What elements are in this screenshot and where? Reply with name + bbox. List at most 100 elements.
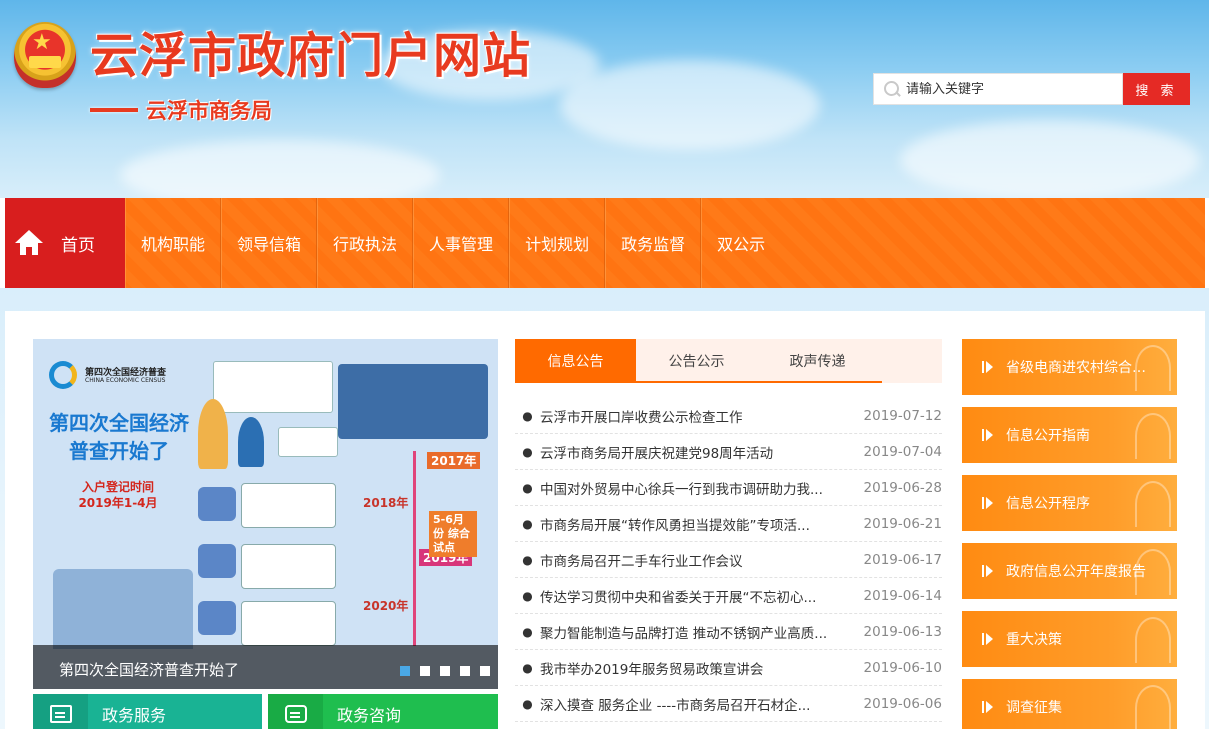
carousel-dot[interactable] xyxy=(420,666,430,676)
news-carousel[interactable]: 第四次全国经济普查 CHINA ECONOMIC CENSUS 第四次全国经济普… xyxy=(33,339,498,689)
document-icon xyxy=(49,705,72,723)
step-box xyxy=(241,601,336,646)
sidebar-item-disclosure-guide[interactable]: 信息公开指南 xyxy=(962,407,1177,463)
news-title[interactable]: 聚力智能制造与品牌打造 推动不锈钢产业高质... xyxy=(540,622,840,642)
sidebar-item-label: 调查征集 xyxy=(1006,700,1062,716)
gov-consult-label: 政务咨询 xyxy=(337,706,402,725)
search-button[interactable]: 搜 索 xyxy=(1123,73,1190,105)
year-2018: 2018年 xyxy=(363,496,409,510)
carousel-indicators xyxy=(390,666,490,676)
sidebar-item-label: 信息公开程序 xyxy=(1006,496,1090,512)
nav-home[interactable]: 首页 xyxy=(5,198,125,288)
bullet-icon: ● xyxy=(522,516,533,531)
sidebar-item-major-decisions[interactable]: 重大决策 xyxy=(962,611,1177,667)
list-item[interactable]: ● 聚力智能制造与品牌打造 推动不锈钢产业高质... 2019-06-13 xyxy=(515,614,942,650)
wheat-decoration-icon xyxy=(1135,549,1171,595)
national-emblem-logo[interactable]: ★ xyxy=(14,22,76,88)
search-input[interactable] xyxy=(906,81,1116,97)
gate-icon xyxy=(29,56,61,68)
news-title[interactable]: 传达学习贯彻中央和省委关于开展“不忘初心... xyxy=(540,586,840,606)
news-title[interactable]: 我市举办2019年服务贸易政策宣讲会 xyxy=(540,658,840,678)
timeline-line xyxy=(413,451,416,646)
search-box xyxy=(873,73,1123,105)
pilot-label: 5-6月份 综合试点 xyxy=(429,511,477,557)
gov-consult-tile[interactable]: 政务咨询 xyxy=(268,694,498,729)
step-box xyxy=(241,544,336,589)
news-date: 2019-07-12 xyxy=(863,407,942,424)
gov-service-tile[interactable]: 政务服务 xyxy=(33,694,262,729)
list-item[interactable]: ● 云浮市商务局开展庆祝建党98周年活动 2019-07-04 xyxy=(515,434,942,470)
carousel-caption[interactable]: 第四次全国经济普查开始了 xyxy=(59,659,239,680)
wheat-decoration-icon xyxy=(1135,413,1171,459)
news-title[interactable]: 云浮市商务局开展庆祝建党98周年活动 xyxy=(540,442,840,462)
news-date: 2019-06-17 xyxy=(863,551,942,568)
bullet-icon: ● xyxy=(522,660,533,675)
list-item[interactable]: ● 中国对外贸易中心徐兵一行到我市调研助力我... 2019-06-28 xyxy=(515,470,942,506)
speech-bubble xyxy=(278,427,338,457)
carousel-caption-bar: 第四次全国经济普查开始了 xyxy=(33,645,498,689)
arrow-right-icon xyxy=(982,360,994,374)
step-census-org-icon xyxy=(198,487,236,521)
bullet-icon: ● xyxy=(522,696,533,711)
step-census-target-icon xyxy=(198,544,236,578)
news-date: 2019-06-28 xyxy=(863,479,942,496)
nav-item-supervision[interactable]: 政务监督 xyxy=(605,198,702,288)
news-title[interactable]: 云浮市开展口岸收费公示检查工作 xyxy=(540,406,840,426)
list-item[interactable]: ● 市商务局开展“转作风勇担当提效能”专项活... 2019-06-21 xyxy=(515,506,942,542)
speech-bubble xyxy=(213,361,333,413)
bullet-icon: ● xyxy=(522,552,533,567)
site-title[interactable]: 云浮市政府门户网站 xyxy=(90,24,531,88)
news-title[interactable]: 深入摸查 服务企业 ----市商务局召开石材企... xyxy=(540,694,840,714)
carousel-dot[interactable] xyxy=(400,666,410,676)
news-date: 2019-06-13 xyxy=(863,623,942,640)
sidebar-item-survey[interactable]: 调查征集 xyxy=(962,679,1177,729)
carousel-dot[interactable] xyxy=(440,666,450,676)
news-title[interactable]: 市商务局召开二手车行业工作会议 xyxy=(540,550,840,570)
year-2020: 2020年 xyxy=(363,599,409,613)
news-date: 2019-07-04 xyxy=(863,443,942,460)
tab-announcement[interactable]: 公告公示 xyxy=(636,339,757,383)
nav-item-double-publicity[interactable]: 双公示 xyxy=(701,198,780,288)
arrow-right-icon xyxy=(982,496,994,510)
bullet-icon: ● xyxy=(522,624,533,639)
meeting-illustration xyxy=(338,364,488,439)
sidebar-item-annual-report[interactable]: 政府信息公开年度报告 xyxy=(962,543,1177,599)
list-item[interactable]: ● 我市举办2019年服务贸易政策宣讲会 2019-06-10 xyxy=(515,650,942,686)
census-logo-english: CHINA ECONOMIC CENSUS xyxy=(85,377,166,384)
nav-item-leader-mailbox[interactable]: 领导信箱 xyxy=(221,198,318,288)
step-confidential-icon xyxy=(198,601,236,635)
poster-registration: 入户登记时间 2019年1-4月 xyxy=(53,479,183,511)
poster-headline: 第四次全国经济普查开始了 xyxy=(49,411,189,463)
cloud-decoration xyxy=(120,140,440,198)
nav-item-personnel[interactable]: 人事管理 xyxy=(413,198,510,288)
wheat-decoration-icon xyxy=(1135,481,1171,527)
tab-info-notice[interactable]: 信息公告 xyxy=(515,339,636,383)
wheat-decoration-icon xyxy=(1135,617,1171,663)
nav-item-planning[interactable]: 计划规划 xyxy=(509,198,606,288)
list-item[interactable]: ● 深入摸查 服务企业 ----市商务局召开石材企... 2019-06-06 xyxy=(515,686,942,722)
search-icon xyxy=(880,74,906,104)
census-logo-icon xyxy=(49,361,77,389)
registration-label: 入户登记时间 xyxy=(81,480,154,494)
bullet-icon: ● xyxy=(522,408,533,423)
list-item[interactable]: ● 云浮市开展口岸收费公示检查工作 2019-07-12 xyxy=(515,398,942,434)
list-item[interactable]: ● 市商务局召开二手车行业工作会议 2019-06-17 xyxy=(515,542,942,578)
news-tabs: 信息公告 公告公示 政声传递 xyxy=(515,339,942,383)
bullet-icon: ● xyxy=(522,444,533,459)
carousel-dot[interactable] xyxy=(480,666,490,676)
news-title[interactable]: 中国对外贸易中心徐兵一行到我市调研助力我... xyxy=(540,478,840,498)
news-title[interactable]: 市商务局开展“转作风勇担当提效能”专项活... xyxy=(540,514,840,534)
nav-item-law-enforcement[interactable]: 行政执法 xyxy=(317,198,414,288)
department-subtitle: 云浮市商务局 xyxy=(90,95,272,125)
tab-underline xyxy=(515,381,882,383)
nav-item-organization[interactable]: 机构职能 xyxy=(125,198,222,288)
sidebar-item-ecommerce-demo[interactable]: 省级电商进农村综合示... xyxy=(962,339,1177,395)
sidebar-item-disclosure-procedure[interactable]: 信息公开程序 xyxy=(962,475,1177,531)
list-item[interactable]: ● 传达学习贯彻中央和省委关于开展“不忘初心... 2019-06-14 xyxy=(515,578,942,614)
tab-government-voice[interactable]: 政声传递 xyxy=(757,339,878,383)
sidebar-item-label: 省级电商进农村综合示... xyxy=(1006,360,1156,376)
cloud-decoration xyxy=(900,120,1200,198)
person-illustration xyxy=(238,417,264,467)
subtitle-dash xyxy=(90,108,138,112)
carousel-dot[interactable] xyxy=(460,666,470,676)
